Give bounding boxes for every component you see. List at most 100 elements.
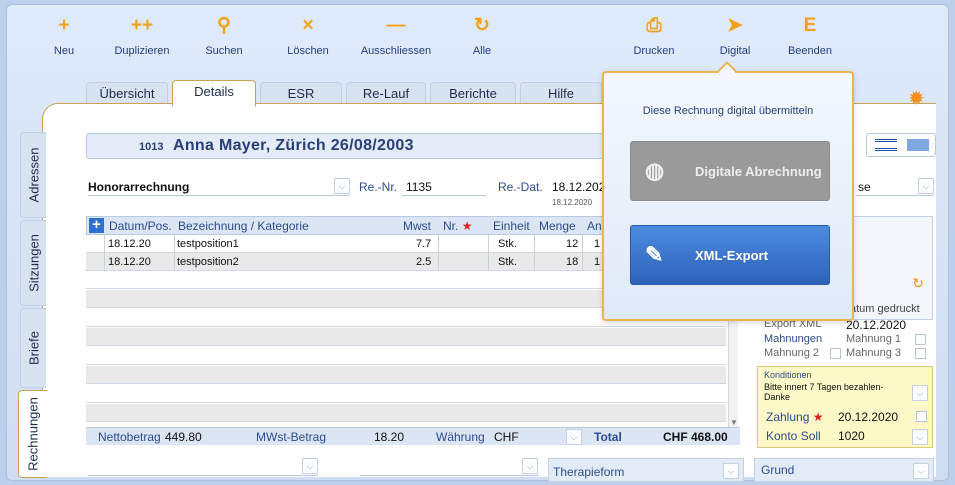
xml-export-label: XML-Export <box>695 248 768 263</box>
scroll-down-icon[interactable]: ▼ <box>730 418 738 427</box>
side-tab-invoices-label: Rechnungen <box>25 397 41 471</box>
conditions-label: Konditionen <box>764 370 812 380</box>
account-value[interactable]: 1020 <box>838 429 865 443</box>
reminders-label[interactable]: Mahnungen <box>764 333 822 345</box>
tab-details[interactable]: Details <box>172 80 256 107</box>
digital-popover: Diese Rechnung digital übermitteln ◍ Dig… <box>602 61 854 321</box>
payment-label-text: Zahlung <box>766 410 810 424</box>
reminder-1-checkbox[interactable] <box>915 334 926 345</box>
gear-icon[interactable]: ✹ <box>908 86 925 111</box>
close-icon: × <box>302 15 314 36</box>
totals-bar: Nettobetrag 449.80 MWst-Betrag 18.20 Wäh… <box>86 427 740 445</box>
calendar-icon[interactable] <box>916 411 927 422</box>
table-row-empty[interactable] <box>86 404 726 422</box>
all-button[interactable]: ↻ Alle <box>437 13 527 57</box>
reminder-1: Mahnung 1 <box>846 333 902 345</box>
right-select[interactable]: se ⌵ <box>856 178 934 196</box>
chevron-down-icon[interactable]: ⌵ <box>912 429 928 445</box>
exit-button[interactable]: E Beenden <box>765 13 855 57</box>
col-qty[interactable]: Menge <box>539 219 576 233</box>
netto-value: 449.80 <box>165 430 202 444</box>
new-label: Neu <box>53 45 75 57</box>
duplicate-button[interactable]: ++ Duplizieren <box>97 13 187 57</box>
re-nr-field[interactable]: 1135 <box>402 178 486 196</box>
patient-name: Anna Mayer, Zürich 26/08/2003 <box>173 137 414 154</box>
reminder-3-checkbox[interactable] <box>915 348 926 359</box>
chevron-down-icon[interactable]: ⌵ <box>566 429 582 445</box>
chevron-down-icon: ⌵ <box>334 178 350 194</box>
netto-label: Nettobetrag <box>98 430 161 444</box>
delete-button[interactable]: × Löschen <box>263 13 353 57</box>
print-button[interactable]: ⎙ Drucken <box>609 13 699 57</box>
mwst-label: MWst-Betrag <box>256 430 327 444</box>
currency-value[interactable]: CHF <box>494 430 519 444</box>
row-qty: 18 <box>566 256 579 268</box>
side-tab-sessions[interactable]: Sitzungen <box>20 220 46 306</box>
invoice-type-value: Honorarrechnung <box>88 180 190 194</box>
therapy-select[interactable]: Therapieform ⌵ <box>548 458 744 482</box>
bottom-select-2[interactable]: ⌵ <box>360 458 538 476</box>
chevron-down-icon: ⌵ <box>302 458 318 474</box>
search-icon: ⚲ <box>217 15 231 36</box>
search-button[interactable]: ⚲ Suchen <box>179 13 269 57</box>
col-description[interactable]: Bezeichnung / Kategorie <box>178 219 309 233</box>
row-desc: testposition2 <box>177 256 239 268</box>
printer-icon: ⎙ <box>646 15 662 36</box>
search-label: Suchen <box>205 45 243 57</box>
exclude-button[interactable]: — Ausschliessen <box>351 13 441 57</box>
col-mwst[interactable]: Mwst <box>403 219 431 233</box>
delete-label: Löschen <box>287 45 329 57</box>
exit-label: Beenden <box>787 45 833 57</box>
export-date: 20.12.2020 <box>846 318 907 332</box>
digital-billing-button[interactable]: ◍ Digitale Abrechnung <box>630 141 830 201</box>
side-tab-addresses-label: Adressen <box>26 147 41 203</box>
reason-label: Grund <box>761 463 795 477</box>
chevron-down-icon: ⌵ <box>522 458 538 474</box>
col-an[interactable]: An <box>587 219 602 233</box>
invoice-type-select[interactable]: Honorarrechnung ⌵ <box>88 178 350 196</box>
bottom-select-1[interactable]: ⌵ <box>88 458 318 476</box>
currency-label: Währung <box>436 430 485 444</box>
print-label: Drucken <box>633 45 675 57</box>
xml-export-button[interactable]: ✎ XML-Export <box>630 225 830 285</box>
payment-date[interactable]: 20.12.2020 <box>838 410 898 424</box>
reminder-2-checkbox[interactable] <box>830 348 841 359</box>
total-label: Total <box>594 430 622 444</box>
table-row-empty[interactable] <box>86 328 726 346</box>
new-button[interactable]: + Neu <box>19 13 109 57</box>
reason-select[interactable]: Grund ⌵ <box>754 458 934 482</box>
exit-icon: E <box>803 15 817 36</box>
row-unit: Stk. <box>498 238 517 250</box>
col-nr[interactable]: Nr. ★ <box>443 219 472 233</box>
printed-date-label: atum gedruckt <box>850 303 920 315</box>
row-qty: 12 <box>566 238 579 250</box>
add-position-button[interactable]: + <box>89 217 104 233</box>
chevron-down-icon[interactable]: ⌵ <box>912 385 928 401</box>
table-row-empty[interactable] <box>86 385 726 403</box>
table-row-empty[interactable] <box>86 366 726 384</box>
exclude-label: Ausschliessen <box>360 45 432 57</box>
all-label: Alle <box>472 45 492 57</box>
row-date: 18.12.20 <box>108 256 151 268</box>
re-dat-small: 18.12.2020 <box>552 198 593 207</box>
side-tab-invoices[interactable]: Rechnungen <box>18 390 48 478</box>
payment-label: Zahlung ★ <box>766 410 823 424</box>
minus-icon: — <box>386 15 406 36</box>
side-tab-letters[interactable]: Briefe <box>20 308 46 388</box>
required-star-icon: ★ <box>812 410 824 424</box>
col-date[interactable]: Datum/Pos. <box>109 219 172 233</box>
col-unit[interactable]: Einheit <box>493 219 530 233</box>
conditions-panel: Konditionen Bitte innert 7 Tagen bezahle… <box>757 366 933 448</box>
re-nr-label: Re.-Nr. <box>359 180 398 194</box>
conditions-text[interactable]: Bitte innert 7 Tagen bezahlen-Danke <box>764 382 904 402</box>
detail-view-icon[interactable] <box>907 139 929 151</box>
side-tab-addresses[interactable]: Adressen <box>20 132 46 218</box>
refresh-icon[interactable]: ↻ <box>912 275 924 292</box>
digital-billing-label: Digitale Abrechnung <box>695 164 822 179</box>
edit-document-icon: ✎ <box>645 242 664 267</box>
row-an: 1 <box>594 256 601 268</box>
view-toggle <box>866 133 936 157</box>
table-row-empty[interactable] <box>86 347 726 365</box>
re-dat-value[interactable]: 18.12.202 <box>552 180 605 194</box>
list-view-icon[interactable] <box>875 139 897 151</box>
